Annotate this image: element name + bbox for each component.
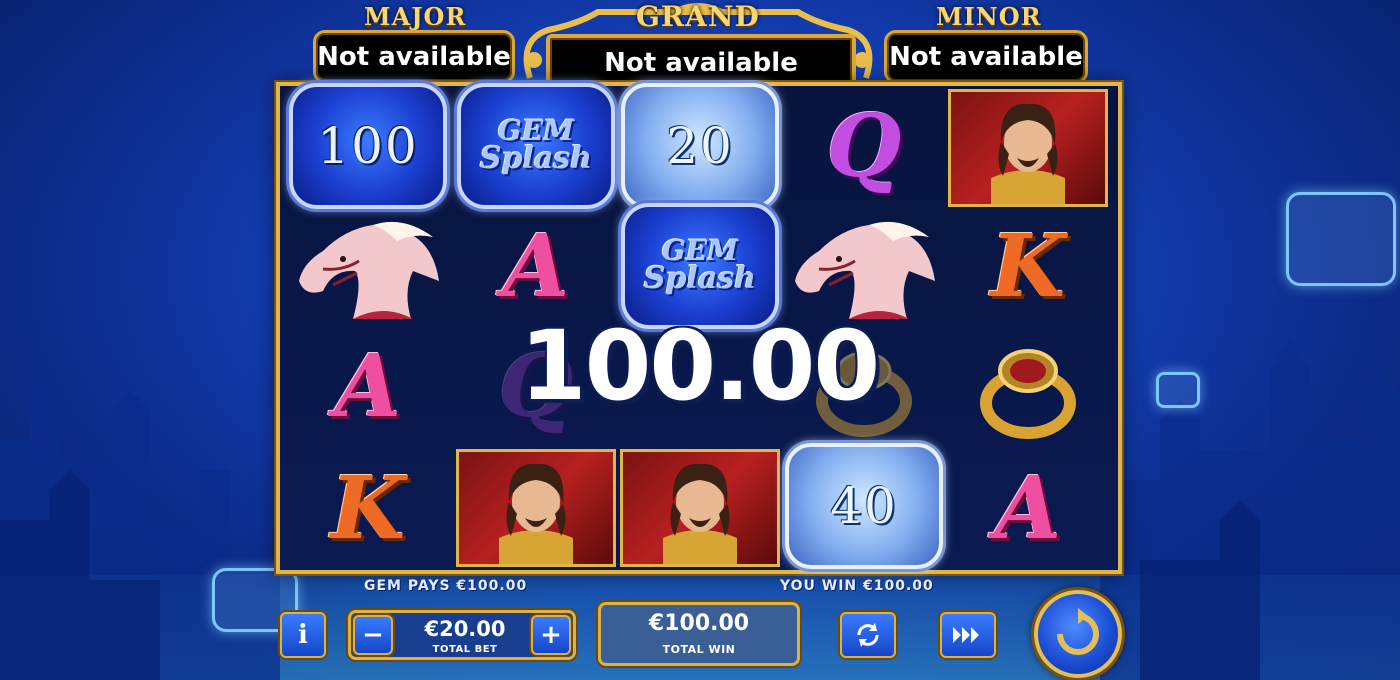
minus-icon: − [362,620,384,650]
knight-portrait-symbol [456,449,616,567]
info-button[interactable]: i [280,612,326,658]
decrease-bet-button[interactable]: − [353,615,393,655]
total-win-panel: €100.00 TOTAL WIN [598,602,800,666]
fast-forward-icon [953,627,979,643]
decorative-gem-right [1286,192,1396,286]
gem-value: 100 [317,117,419,175]
gem-pays-label: GEM PAYS €100.00 [364,578,528,594]
increase-bet-button[interactable]: + [531,615,571,655]
castle-silhouette-right [1100,340,1400,680]
reel-cell: K [946,206,1110,326]
gem-splash-logo: GEM Splash [479,114,593,177]
reel-cell [782,206,946,326]
reel-cell: GEM Splash [618,203,782,329]
reel-cell: 20 [618,83,782,209]
major-jackpot-value: Not available [313,30,515,84]
autoplay-icon [857,623,879,647]
you-win-label: YOU WIN €100.00 [780,578,934,594]
autoplay-button[interactable] [840,612,896,658]
gem-splash-logo: GEM Splash [643,234,757,297]
reel-cell [454,448,618,568]
gem-value: 40 [830,477,898,535]
knight-portrait-symbol [620,449,780,567]
reel-cell: A [454,206,618,326]
info-icon: i [298,620,308,650]
reel-cell: K [286,448,450,568]
total-bet-caption: TOTAL BET [432,644,498,655]
major-jackpot-title: MAJOR [364,2,467,31]
white-horse-symbol [299,221,439,319]
minor-jackpot-title: MINOR [936,2,1042,31]
minor-jackpot-value: Not available [884,30,1088,84]
reel-cell: GEM Splash [454,83,618,209]
reel-cell: Q [782,86,946,206]
white-horse-symbol [795,221,935,319]
gem-value: 20 [666,117,734,175]
letter-k-symbol: K [330,457,406,559]
reel-cell [946,88,1110,208]
plus-icon: + [540,620,562,650]
gem-bonus-symbol: 20 [621,83,779,209]
reel-cell: 40 [782,443,946,569]
total-bet-value: €20.00 [424,617,506,641]
reel-cell [618,448,782,568]
reel-cell [286,206,450,326]
letter-k-symbol: K [990,215,1066,317]
spin-icon [1057,608,1099,655]
spin-button[interactable] [1034,590,1122,678]
total-bet-panel: − €20.00 TOTAL BET + [348,610,576,660]
gem-splash-symbol: GEM Splash [457,83,615,209]
knight-portrait-symbol [948,89,1108,207]
reel-cell: A [946,448,1110,568]
letter-a-symbol: A [994,457,1062,559]
grand-jackpot-title: GRAND [636,0,760,33]
total-win-caption: TOTAL WIN [662,643,736,656]
letter-q-symbol: Q [826,95,902,197]
decorative-gem-small-right [1156,372,1200,408]
turbo-button[interactable] [940,612,996,658]
letter-a-symbol: A [502,215,570,317]
total-win-value: €100.00 [648,611,750,636]
gem-bonus-symbol: 40 [785,443,943,569]
gem-bonus-symbol: 100 [289,83,447,209]
big-win-amount: 100.00 [519,310,880,422]
reel-cell: 100 [286,83,450,209]
